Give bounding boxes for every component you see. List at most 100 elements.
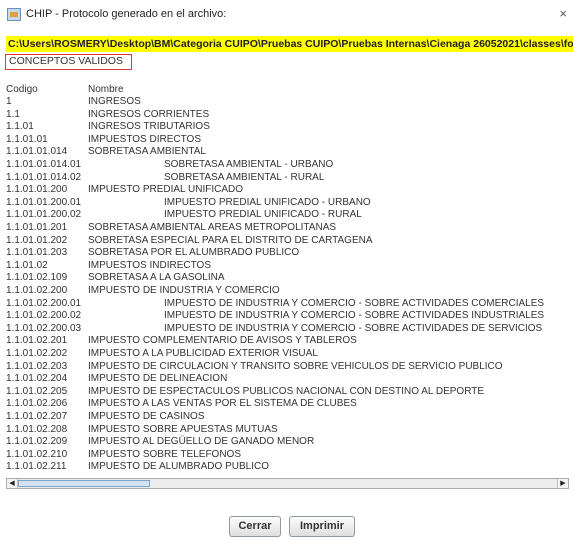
- table-row: 1.1.01.02.208 IMPUESTO SOBRE APUESTAS MUT…: [6, 424, 571, 436]
- scroll-right-icon[interactable]: ▶: [557, 479, 568, 488]
- row-code: 1.1.01.01.200.02: [6, 209, 82, 221]
- row-code: 1.1.01.01.014.02: [6, 171, 82, 183]
- row-code: 1.1.01.02.210: [6, 448, 68, 460]
- table-row: 1.1.01.01.014.01 SOBRETASA AMBIENTAL - UR…: [6, 159, 571, 171]
- row-code: 1.1.01.02.200.02: [6, 310, 82, 322]
- row-code: 1.1.01.01: [6, 133, 48, 145]
- table-row: 1.1.01.02.204 IMPUESTO DE DELINEACION: [6, 373, 571, 385]
- row-code: 1.1.01.02.200: [6, 285, 68, 296]
- table-row: 1.1.01.02.209 IMPUESTO AL DEGÜELLO DE GAN…: [6, 436, 571, 448]
- row-code: 1.1.01.02.204: [6, 373, 68, 385]
- row-name: INGRESOS: [88, 96, 141, 107]
- table-row: 1.1.01.02.205 IMPUESTO DE ESPECTACULOS PU…: [6, 386, 571, 398]
- table-row: 1.1.01 INGRESOS TRIBUTARIOS: [6, 121, 571, 133]
- row-name: IMPUESTOS INDIRECTOS: [88, 259, 211, 271]
- row-code: 1.1.01.01.200.01: [6, 196, 82, 208]
- table-row: 1.1.01.01.014.02 SOBRETASA AMBIENTAL - RU…: [6, 172, 571, 184]
- close-button[interactable]: Cerrar: [229, 516, 281, 537]
- table-row: 1.1.01.01.202 SOBRETASA ESPECIAL PARA EL …: [6, 235, 571, 247]
- row-name: IMPUESTO DE DELINEACION: [88, 373, 228, 385]
- row-name: SOBRETASA AMBIENTAL - RURAL: [164, 171, 325, 183]
- row-name: SOBRETASA AMBIENTAL AREAS METROPOLITANAS: [88, 222, 337, 233]
- row-name: IMPUESTOS DIRECTOS: [88, 133, 201, 145]
- table-row: 1.1.01.02.211 IMPUESTO DE ALUMBRADO PUBLI…: [6, 461, 571, 473]
- table-row: 1.1.01.02 IMPUESTOS INDIRECTOS: [6, 260, 571, 272]
- row-code: 1.1.01.01.014.01: [6, 159, 82, 170]
- section-label: CONCEPTOS VALIDOS: [5, 54, 132, 70]
- table-row: 1.1.01.02.201 IMPUESTO COMPLEMENTARIO DE …: [6, 335, 571, 347]
- row-name: IMPUESTO A LAS VENTAS POR EL SISTEMA DE …: [88, 398, 357, 410]
- row-name: SOBRETASA A LA GASOLINA: [88, 272, 225, 284]
- row-name: IMPUESTO DE ESPECTACULOS PUBLICOS NACION…: [88, 385, 485, 397]
- table-row: 1.1.01.01.200 IMPUESTO PREDIAL UNIFICADO: [6, 184, 571, 196]
- row-code: 1.1.01.02.206: [6, 398, 68, 410]
- row-code: 1.1: [6, 108, 20, 120]
- row-code: 1.1.01.02.208: [6, 423, 68, 435]
- horizontal-scrollbar[interactable]: ◀ ▶: [6, 478, 569, 489]
- row-name: SOBRETASA POR EL ALUMBRADO PUBLICO: [88, 247, 300, 259]
- table-row: 1.1.01.01.201 SOBRETASA AMBIENTAL AREAS M…: [6, 222, 571, 234]
- row-code: 1.1.01.02.200.03: [6, 322, 82, 334]
- row-code: 1.1.01.01.203: [6, 247, 68, 259]
- table-row: 1.1.01.01.203 SOBRETASA POR EL ALUMBRADO …: [6, 247, 571, 259]
- file-path: C:\Users\ROSMERY\Desktop\BM\Categoria CU…: [8, 38, 573, 50]
- table-row: 1.1.01.02.200.01 IMPUESTO DE INDUSTRIA Y …: [6, 298, 571, 310]
- row-name: IMPUESTO A LA PUBLICIDAD EXTERIOR VISUAL: [88, 348, 318, 359]
- row-name: IMPUESTO DE INDUSTRIA Y COMERCIO - SOBRE…: [164, 322, 543, 334]
- close-icon[interactable]: ×: [559, 6, 567, 21]
- row-name: IMPUESTO SOBRE TELEFONOS: [88, 448, 241, 460]
- row-code: 1.1.01.02.109: [6, 272, 68, 284]
- table-row: 1.1.01.01.200.01 IMPUESTO PREDIAL UNIFICA…: [6, 197, 571, 209]
- row-name: IMPUESTO DE INDUSTRIA Y COMERCIO: [88, 285, 280, 296]
- row-code: 1.1.01.02.205: [6, 385, 68, 397]
- table-row: 1 INGRESOS: [6, 96, 571, 108]
- window-title: CHIP - Protocolo generado en el archivo:: [26, 8, 227, 20]
- table-row: 1.1.01.01.200.02 IMPUESTO PREDIAL UNIFICA…: [6, 209, 571, 221]
- row-code: 1.1.01: [6, 121, 34, 133]
- row-name: IMPUESTO PREDIAL UNIFICADO - URBANO: [164, 196, 371, 208]
- row-name: IMPUESTO DE CIRCULACION Y TRANSITO SOBRE…: [88, 360, 503, 372]
- row-name: SOBRETASA AMBIENTAL: [88, 146, 206, 158]
- row-code: 1.1.01.02.207: [6, 411, 68, 422]
- table-row: 1.1.01.02.200.02 IMPUESTO DE INDUSTRIA Y …: [6, 310, 571, 322]
- scroll-left-icon[interactable]: ◀: [7, 479, 18, 488]
- table-row: 1.1.01.01.014 SOBRETASA AMBIENTAL: [6, 146, 571, 158]
- table-row: 1.1.01.02.200.03 IMPUESTO DE INDUSTRIA Y …: [6, 323, 571, 335]
- print-button[interactable]: Imprimir: [289, 516, 355, 537]
- row-name: INGRESOS TRIBUTARIOS: [88, 121, 210, 133]
- row-name: IMPUESTO AL DEGÜELLO DE GANADO MENOR: [88, 436, 315, 448]
- row-code: 1.1.01.02.211: [6, 461, 67, 473]
- row-name: IMPUESTO DE CASINOS: [88, 411, 205, 422]
- row-code: 1.1.01.02: [6, 259, 48, 271]
- row-name: IMPUESTO DE INDUSTRIA Y COMERCIO - SOBRE…: [164, 297, 545, 309]
- column-header-name: Nombre: [88, 84, 124, 95]
- row-code: 1.1.01.01.200: [6, 184, 68, 196]
- table-row: 1.1.01.02.206 IMPUESTO A LAS VENTAS POR E…: [6, 398, 571, 410]
- row-code: 1.1.01.01.201: [6, 222, 68, 233]
- row-code: 1.1.01.02.209: [6, 436, 68, 448]
- scroll-thumb[interactable]: [18, 480, 150, 487]
- table-row: 1.1.01.02.210 IMPUESTO SOBRE TELEFONOS: [6, 449, 571, 461]
- file-path-bar: C:\Users\ROSMERY\Desktop\BM\Categoria CU…: [6, 36, 573, 52]
- row-code: 1.1.01.02.200.01: [6, 297, 82, 309]
- row-code: 1.1.01.02.201: [6, 335, 68, 347]
- row-name: INGRESOS CORRIENTES: [88, 108, 210, 120]
- table-row: 1.1.01.01 IMPUESTOS DIRECTOS: [6, 134, 571, 146]
- row-code: 1.1.01.02.203: [6, 360, 68, 372]
- row-code: 1.1.01.01.014: [6, 146, 68, 158]
- app-icon: [7, 8, 21, 21]
- table-row: 1.1 INGRESOS CORRIENTES: [6, 109, 571, 121]
- column-header-code: Codigo: [6, 84, 38, 95]
- row-code: 1.1.01.01.202: [6, 234, 68, 246]
- row-name: IMPUESTO PREDIAL UNIFICADO - RURAL: [164, 209, 362, 221]
- table-row: 1.1.01.02.109 SOBRETASA A LA GASOLINA: [6, 272, 571, 284]
- row-name: IMPUESTO SOBRE APUESTAS MUTUAS: [88, 423, 278, 435]
- protocol-text-area[interactable]: Codigo Nombre 1 INGRESOS 1.1 INGRESOS CORRI…: [6, 74, 571, 474]
- row-name: IMPUESTO DE ALUMBRADO PUBLICO: [88, 461, 269, 473]
- row-name: IMPUESTO PREDIAL UNIFICADO: [88, 184, 244, 196]
- table-row: 1.1.01.02.203 IMPUESTO DE CIRCULACION Y T…: [6, 361, 571, 373]
- row-code: 1: [6, 96, 12, 107]
- row-name: SOBRETASA ESPECIAL PARA EL DISTRITO DE C…: [88, 234, 373, 246]
- table-row: 1.1.01.02.202 IMPUESTO A LA PUBLICIDAD EX…: [6, 348, 571, 360]
- row-name: IMPUESTO COMPLEMENTARIO DE AVISOS Y TABL…: [88, 335, 357, 347]
